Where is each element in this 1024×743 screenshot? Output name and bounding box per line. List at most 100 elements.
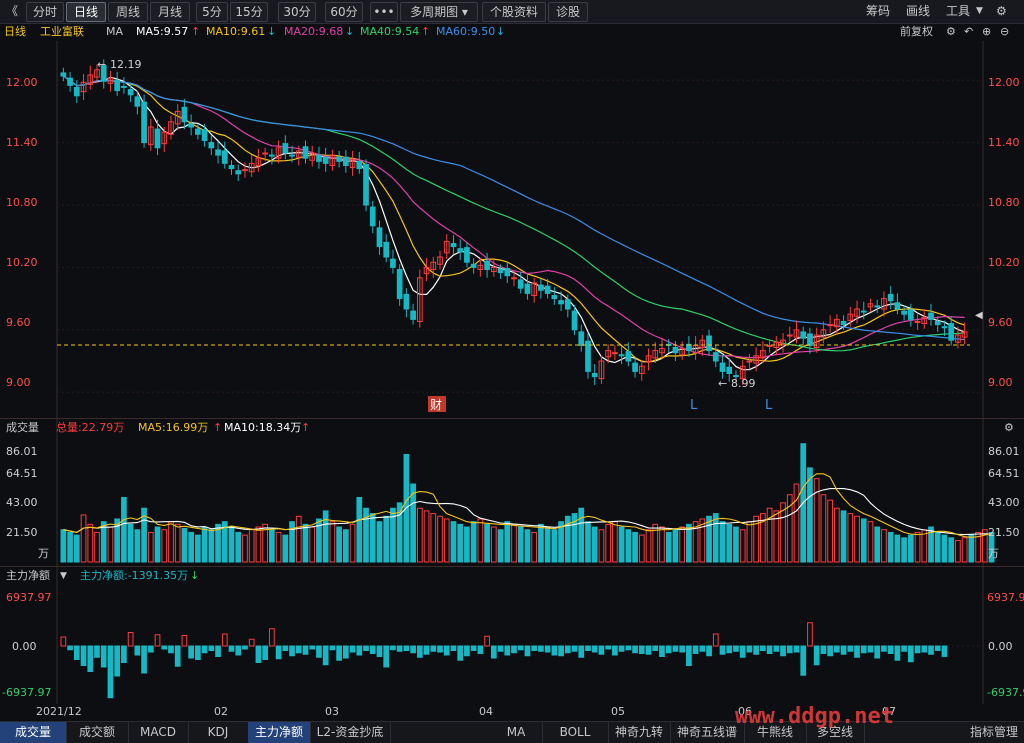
x-label-apr: 04 <box>479 705 493 718</box>
volume-bar <box>430 513 437 563</box>
draw-line-button[interactable]: 画线 <box>906 0 930 23</box>
fund-bar <box>726 645 733 654</box>
panel-settings-icon[interactable]: ⚙ <box>1004 419 1014 437</box>
vol-y-tick-right-1: 86.01 <box>988 445 1020 458</box>
tab-magic-nine[interactable]: 神奇九转 <box>608 722 671 743</box>
volume-bar <box>618 526 625 563</box>
tools-dropdown-icon[interactable]: ▼ <box>976 0 983 23</box>
collapse-icon[interactable]: 《 <box>6 0 20 23</box>
tab-weekly[interactable]: 周线 <box>108 2 148 22</box>
tab-15min[interactable]: 15分 <box>230 2 268 22</box>
candle <box>329 149 336 171</box>
candle <box>188 114 195 136</box>
candle <box>659 339 665 359</box>
adjust-mode[interactable]: 前复权 <box>900 23 933 41</box>
volume-bar <box>544 526 551 563</box>
tab-kdj[interactable]: KDJ <box>188 722 249 743</box>
ma20-value: MA20:9.68 <box>284 25 344 38</box>
tab-daily[interactable]: 日线 <box>66 2 106 22</box>
volume-bar <box>457 523 464 563</box>
candle <box>390 249 396 274</box>
candle <box>349 150 356 176</box>
tab-l2-fund[interactable]: L2-资金抄底 <box>310 722 391 743</box>
tab-boll[interactable]: BOLL <box>542 722 609 743</box>
volume-bar <box>719 521 726 563</box>
diagnose-button[interactable]: 诊股 <box>548 2 588 22</box>
fund-bar <box>807 622 813 647</box>
volume-bar <box>961 537 968 563</box>
y-tick-right-1: 12.00 <box>988 76 1020 89</box>
volume-bar <box>336 526 342 563</box>
volume-bar <box>948 537 955 563</box>
settings-gear-icon[interactable]: ⚙ <box>996 0 1007 23</box>
fund-bar <box>934 645 941 651</box>
multi-period-dropdown[interactable]: 多周期图 ▾ <box>400 2 478 22</box>
candle <box>531 277 538 303</box>
fund-y-tick-left-2: 0.00 <box>12 640 37 653</box>
volume-bar <box>901 537 907 563</box>
tab-ma[interactable]: MA <box>490 722 543 743</box>
tab-60min[interactable]: 60分 <box>325 2 363 22</box>
tab-volume[interactable]: 成交量 <box>0 722 67 743</box>
indicator-manage-button[interactable]: 指标管理 <box>964 722 1024 743</box>
tab-main-fund[interactable]: 主力净额 <box>248 722 311 743</box>
candle <box>255 148 262 172</box>
volume-bar <box>517 526 524 563</box>
volume-bar <box>854 515 860 563</box>
ma20-line <box>63 75 965 359</box>
fund-bar <box>504 645 511 656</box>
volume-title[interactable]: 成交量 <box>6 419 39 437</box>
zoom-in-icon[interactable]: ⊕ <box>982 23 991 41</box>
vol-unit-right: 万 <box>988 547 999 560</box>
fund-title[interactable]: 主力净额 <box>6 567 50 585</box>
candlestick-panel[interactable]: 12.00 11.40 10.80 10.20 9.60 9.00 12.00 … <box>0 41 1024 419</box>
fund-bar <box>679 645 686 653</box>
tab-timeshare[interactable]: 分时 <box>26 2 64 22</box>
zoom-out-icon[interactable]: ⊖ <box>1000 23 1009 41</box>
fund-bar <box>625 645 632 651</box>
ma40-line <box>63 75 965 352</box>
tab-30min[interactable]: 30分 <box>278 2 316 22</box>
volume-bar <box>423 510 430 563</box>
fund-bar <box>551 645 558 656</box>
volume-bar <box>188 531 195 563</box>
fund-bar <box>275 645 282 660</box>
volume-bar <box>941 534 948 563</box>
ma60-value: MA60:9.50 <box>436 25 496 38</box>
fund-bar <box>699 645 706 652</box>
fund-bar <box>733 645 739 652</box>
volume-bar <box>484 523 490 563</box>
volume-bar <box>302 523 309 563</box>
volume-panel[interactable]: 86.01 64.51 43.00 21.50 万 86.01 64.51 43… <box>0 419 1024 567</box>
dropdown-arrow-icon[interactable]: ▼ <box>60 567 67 585</box>
candle <box>551 287 558 305</box>
tab-5min[interactable]: 5分 <box>196 2 228 22</box>
fund-bar <box>490 645 497 659</box>
undo-icon[interactable]: ↶ <box>964 23 973 41</box>
fund-flow-panel[interactable]: 6937.97 0.00 -6937.97 6937.97 0.00 -6937… <box>0 567 1024 704</box>
chips-button[interactable]: 筹码 <box>866 0 890 23</box>
volume-bar <box>369 513 376 563</box>
tab-macd[interactable]: MACD <box>128 722 189 743</box>
candle <box>719 354 726 379</box>
low-arrow-icon: ← <box>718 377 727 390</box>
fund-bar <box>827 645 833 657</box>
candle <box>376 220 383 255</box>
more-button[interactable]: ••• <box>370 2 398 22</box>
tools-button[interactable]: 工具 <box>946 0 970 23</box>
volume-bar <box>73 534 80 563</box>
volume-bar <box>881 529 887 563</box>
y-tick-right-4: 10.20 <box>988 256 1020 269</box>
fund-bar <box>121 645 127 663</box>
volume-bar <box>833 507 840 563</box>
tab-monthly[interactable]: 月线 <box>150 2 190 22</box>
y-tick-left-2: 11.40 <box>6 136 38 149</box>
settings-icon[interactable]: ⚙ <box>946 23 956 41</box>
tab-turnover[interactable]: 成交额 <box>66 722 129 743</box>
volume-bar <box>201 526 208 563</box>
volume-bar <box>686 523 692 563</box>
candle <box>679 341 686 360</box>
volume-bar <box>712 513 719 563</box>
tab-magic-five[interactable]: 神奇五线谱 <box>670 722 745 743</box>
stock-info-button[interactable]: 个股资料 <box>482 2 546 22</box>
